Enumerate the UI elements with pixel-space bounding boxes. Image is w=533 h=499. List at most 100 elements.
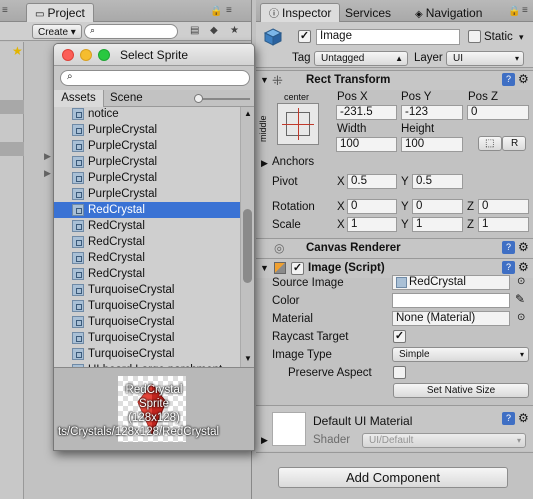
sprite-list-item[interactable]: TurquoiseCrystal: [54, 282, 240, 298]
sprite-icon: [72, 348, 84, 360]
width-field[interactable]: 100: [336, 137, 397, 152]
minimize-window-button[interactable]: [80, 49, 92, 61]
pos-z-field[interactable]: 0: [467, 105, 529, 120]
sprite-list-item[interactable]: PurpleCrystal: [54, 154, 240, 170]
sprite-list-item[interactable]: PurpleCrystal: [54, 138, 240, 154]
rotation-y-label: Y: [401, 201, 409, 213]
scroll-up-icon[interactable]: ▲: [244, 109, 252, 118]
rotation-x-field[interactable]: 0: [347, 199, 397, 214]
sprite-list-item[interactable]: PurpleCrystal: [54, 122, 240, 138]
rotation-z-field[interactable]: 0: [478, 199, 529, 214]
lock-icon[interactable]: 🔒: [210, 5, 222, 19]
help-icon[interactable]: ?: [502, 261, 515, 274]
help-icon[interactable]: ?: [502, 73, 515, 86]
raycast-target-checkbox[interactable]: ✓: [393, 330, 406, 343]
collapsed-panel-menu-icon[interactable]: ≡: [2, 4, 8, 18]
source-image-label: Source Image: [272, 277, 344, 289]
tab-scene[interactable]: Scene: [110, 92, 143, 104]
filter-type-icon[interactable]: ▤: [190, 24, 199, 38]
sprite-list-item[interactable]: RedCrystal: [54, 250, 240, 266]
rect-transform-header[interactable]: ▼ ⁜ Rect Transform ? ⚙: [256, 70, 533, 90]
height-field[interactable]: 100: [401, 137, 463, 152]
sprite-list-item[interactable]: TurquoiseCrystal: [54, 346, 240, 362]
tree-row[interactable]: [0, 100, 24, 114]
filter-label-icon[interactable]: ◆: [210, 24, 218, 38]
sprite-list-item[interactable]: notice: [54, 107, 240, 122]
scale-y-field[interactable]: 1: [412, 217, 463, 232]
static-checkbox[interactable]: [468, 30, 481, 43]
help-icon[interactable]: ?: [502, 412, 515, 425]
pivot-x-field[interactable]: 0.5: [347, 174, 397, 189]
sprite-list-item-label: TurquoiseCrystal: [88, 300, 175, 312]
material-field[interactable]: None (Material): [392, 311, 510, 326]
preserve-aspect-checkbox[interactable]: [393, 366, 406, 379]
pos-y-field[interactable]: -123: [401, 105, 463, 120]
window-menu-icon[interactable]: ≡: [226, 4, 232, 18]
pos-x-field[interactable]: -231.5: [336, 105, 397, 120]
object-picker-icon[interactable]: ⊙: [517, 276, 525, 287]
pivot-y-field[interactable]: 0.5: [412, 174, 463, 189]
sprite-list-item[interactable]: RedCrystal: [54, 218, 240, 234]
settings-gear-icon[interactable]: ⚙: [518, 240, 529, 254]
layer-dropdown[interactable]: UI ▾: [446, 51, 524, 66]
scroll-down-icon[interactable]: ▼: [244, 354, 252, 363]
settings-gear-icon[interactable]: ⚙: [518, 411, 529, 425]
list-scrollbar[interactable]: ▲ ▼: [240, 107, 254, 367]
expand-arrow-icon[interactable]: ▶: [44, 168, 51, 179]
favorite-star-icon[interactable]: ★: [230, 24, 239, 38]
help-icon[interactable]: ?: [502, 241, 515, 254]
lock-icon[interactable]: 🔒: [508, 5, 520, 19]
sprite-list-item[interactable]: TurquoiseCrystal: [54, 330, 240, 346]
tab-assets[interactable]: Assets: [54, 90, 104, 107]
tab-services[interactable]: Services: [336, 3, 400, 22]
foldout-arrow-icon[interactable]: ▼: [260, 263, 269, 273]
sprite-list-item[interactable]: RedCrystal: [54, 266, 240, 282]
tab-navigation[interactable]: ◈ Navigation: [406, 3, 491, 22]
window-menu-icon[interactable]: ≡: [522, 4, 528, 18]
foldout-arrow-icon[interactable]: ▶: [261, 435, 268, 446]
tab-project[interactable]: ▭ Project: [26, 3, 94, 22]
canvas-renderer-header[interactable]: ◎ Canvas Renderer ? ⚙: [256, 238, 533, 258]
scale-z-field[interactable]: 1: [478, 217, 529, 232]
create-button[interactable]: Create ▾: [32, 24, 82, 39]
image-type-dropdown[interactable]: Simple ▾: [392, 347, 529, 362]
raw-edit-button[interactable]: R: [502, 136, 526, 151]
dialog-search-input[interactable]: ⌕: [60, 70, 250, 86]
sprite-list-item[interactable]: PurpleCrystal: [54, 186, 240, 202]
close-window-button[interactable]: [62, 49, 74, 61]
static-dropdown-icon[interactable]: ▾: [519, 32, 524, 43]
icon-size-slider[interactable]: [194, 94, 250, 103]
foldout-arrow-icon[interactable]: ▼: [260, 75, 269, 85]
source-image-field[interactable]: RedCrystal: [392, 275, 510, 290]
sprite-list-item[interactable]: RedCrystal: [54, 202, 240, 218]
foldout-arrow-icon[interactable]: ▶: [261, 158, 268, 169]
scrollbar-thumb[interactable]: [243, 209, 252, 283]
maximize-window-button[interactable]: [98, 49, 110, 61]
shader-dropdown[interactable]: UI/Default ▾: [362, 433, 526, 448]
anchors-foldout[interactable]: Anchors: [272, 156, 314, 168]
object-picker-icon[interactable]: ⊙: [517, 312, 525, 323]
image-enabled-checkbox[interactable]: ✓: [291, 262, 304, 275]
blueprint-mode-button[interactable]: ⬚: [478, 136, 502, 151]
sprite-list-item[interactable]: RedCrystal: [54, 234, 240, 250]
project-search-input[interactable]: ⌕: [84, 24, 178, 39]
scale-x-field[interactable]: 1: [347, 217, 397, 232]
settings-gear-icon[interactable]: ⚙: [518, 260, 529, 274]
color-field[interactable]: [392, 293, 510, 308]
sprite-list-item[interactable]: TurquoiseCrystal: [54, 314, 240, 330]
tag-dropdown[interactable]: Untagged ▲: [314, 51, 408, 66]
settings-gear-icon[interactable]: ⚙: [518, 72, 529, 86]
tree-row[interactable]: [0, 142, 24, 156]
anchor-presets-button[interactable]: [277, 103, 319, 145]
sprite-list-item[interactable]: TurquoiseCrystal: [54, 298, 240, 314]
eyedropper-icon[interactable]: ✎: [515, 292, 525, 306]
slider-handle[interactable]: [194, 94, 203, 103]
rotation-y-field[interactable]: 0: [412, 199, 463, 214]
expand-arrow-icon[interactable]: ▶: [44, 151, 51, 162]
gameobject-active-checkbox[interactable]: ✓: [298, 30, 311, 43]
add-component-button[interactable]: Add Component: [278, 467, 508, 488]
gameobject-name-field[interactable]: Image: [316, 29, 460, 45]
set-native-size-button[interactable]: Set Native Size: [393, 383, 529, 398]
sprite-list-item[interactable]: PurpleCrystal: [54, 170, 240, 186]
tab-inspector[interactable]: ⓘ Inspector: [260, 3, 341, 22]
